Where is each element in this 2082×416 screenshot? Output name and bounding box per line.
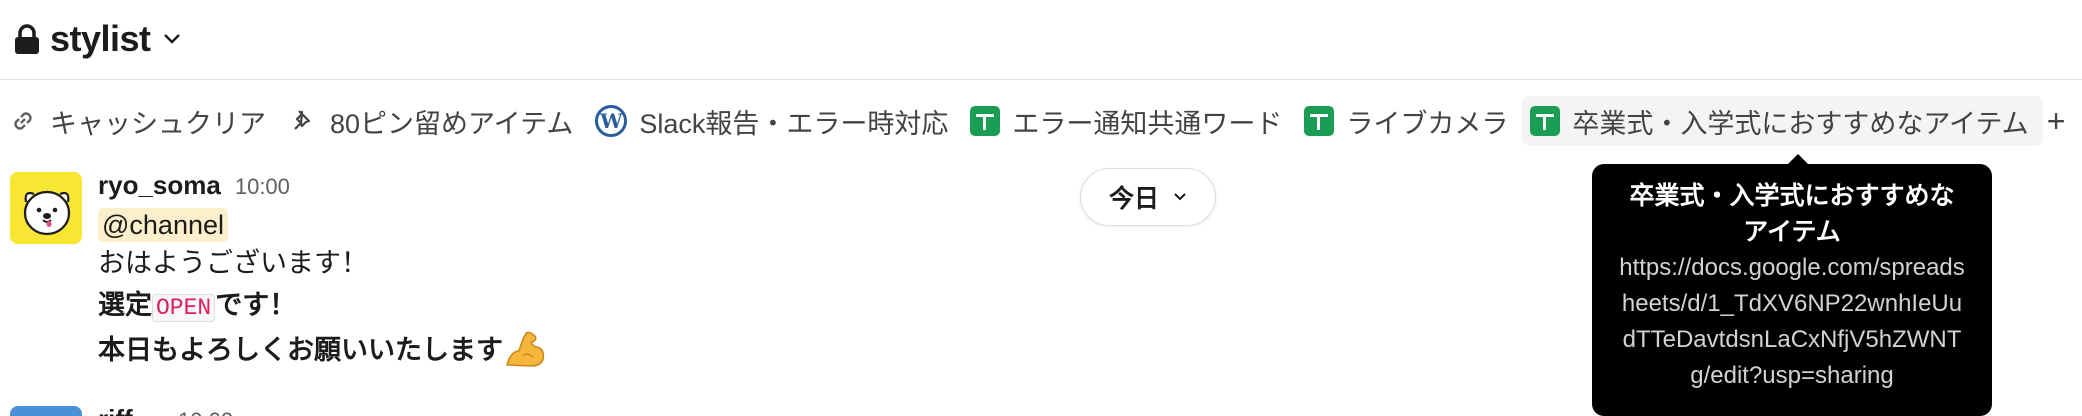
pin-icon [294, 110, 311, 130]
chevron-down-icon [163, 34, 180, 44]
google-sheets-icon [970, 106, 1001, 136]
message-header: ryo_soma 10:00 [98, 170, 998, 204]
bookmark-label: 卒業式・入学式におすすめなアイテム [1572, 108, 2029, 139]
tooltip-url: https://docs.google.com/spreadsheets/d/1… [1619, 254, 1965, 389]
message-line: おはようございます！ [98, 248, 368, 278]
bookmarks-bar: キャッシュクリア 80ピン留めアイテム W Slack報告・エラー時対応 エラー… [0, 92, 2082, 150]
bookmark-error-words[interactable]: エラー通知共通ワード [962, 96, 1296, 146]
date-label: 今日 [1108, 185, 1159, 213]
tooltip-title: 卒業式・入学式におすすめなアイテム [1629, 182, 1955, 246]
message-timestamp[interactable]: 10:02 [178, 408, 233, 416]
message-username[interactable]: ryo_soma [98, 170, 221, 201]
wordpress-icon: W [595, 105, 628, 137]
channel-mention[interactable]: @channel [98, 208, 228, 242]
add-bookmark-icon[interactable]: + [2043, 103, 2070, 140]
inline-code: OPEN [152, 294, 216, 322]
message-line: 選定 OPEN です！ [98, 284, 998, 329]
bookmark-live-camera[interactable]: ライブカメラ [1296, 96, 1522, 146]
bookmark-slack-report[interactable]: W Slack報告・エラー時対応 [587, 96, 962, 146]
bookmark-label: 80ピン留めアイテム [330, 108, 574, 139]
bookmark-label: エラー通知共通ワード [1012, 108, 1283, 139]
bookmark-pinned-items[interactable]: 80ピン留めアイテム [280, 96, 587, 146]
lock-icon [15, 24, 39, 54]
channel-header: stylist [0, 0, 2082, 80]
link-icon [14, 112, 32, 130]
channel-name-button[interactable]: stylist [14, 14, 181, 64]
date-divider-button[interactable]: 今日 [1080, 168, 1216, 226]
bookmark-graduation-items[interactable]: 卒業式・入学式におすすめなアイテム [1522, 96, 2043, 146]
message-text: 本日もよろしくお願いいたします [98, 335, 503, 365]
bookmark-tooltip: 卒業式・入学式におすすめなアイテム https://docs.google.co… [1592, 154, 1992, 416]
message-line: 本日もよろしくお願いいたします [98, 329, 998, 371]
message-username[interactable]: riff [98, 404, 133, 416]
message-timestamp[interactable]: 10:00 [235, 174, 290, 200]
bookmark-cache-clear[interactable]: キャッシュクリア [0, 96, 280, 146]
message-text: です！ [215, 290, 297, 320]
google-sheets-icon [1530, 106, 1561, 136]
chevron-down-icon [1174, 193, 1186, 201]
bookmark-label: Slack報告・エラー時対応 [639, 108, 949, 139]
channel-title: stylist [50, 18, 151, 59]
avatar-image [10, 172, 82, 244]
bookmark-label: ライブカメラ [1346, 108, 1509, 139]
flexed-biceps-emoji-icon [506, 331, 545, 367]
google-sheets-icon [1304, 106, 1335, 136]
bookmark-label: キャッシュクリア [50, 108, 266, 139]
avatar[interactable] [10, 406, 82, 416]
message-body: ryo_soma 10:00 @channel おはようございます！ 選定 OPE… [98, 170, 998, 371]
avatar[interactable] [10, 172, 82, 244]
message-text: 選定 [98, 290, 152, 320]
